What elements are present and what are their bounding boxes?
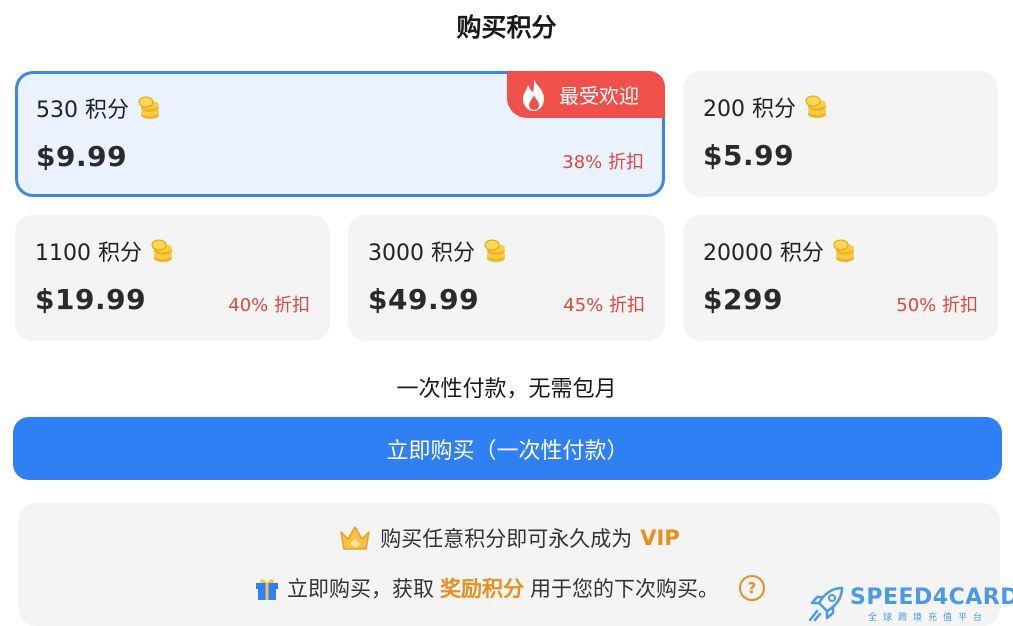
coins-icon bbox=[805, 95, 826, 118]
coins-icon bbox=[138, 96, 159, 119]
package-price: $5.99 bbox=[703, 139, 795, 172]
package-discount: 50% 折扣 bbox=[896, 295, 978, 316]
watermark-name: SPEED4CARD bbox=[850, 585, 1013, 610]
package-price: $299 bbox=[703, 283, 783, 316]
coins-icon bbox=[833, 239, 854, 262]
package-credits: 20000 积分 bbox=[703, 235, 856, 267]
package-credits-label: 1100 积分 bbox=[35, 241, 142, 266]
popular-badge: 最受欢迎 bbox=[507, 71, 665, 118]
reward-prefix: 立即购买，获取 bbox=[287, 577, 434, 601]
package-credits-label: 530 积分 bbox=[36, 98, 129, 123]
package-credits: 200 积分 bbox=[703, 91, 828, 123]
package-credits: 1100 积分 bbox=[35, 235, 174, 267]
package-card-1100[interactable]: 1100 积分 $19.99 40% 折扣 bbox=[15, 215, 330, 341]
package-card-20000[interactable]: 20000 积分 $299 50% 折扣 bbox=[683, 215, 998, 341]
reward-suffix: 用于您的下次购买。 bbox=[530, 577, 719, 601]
crown-icon bbox=[340, 526, 371, 550]
coins-icon bbox=[484, 239, 505, 262]
page-title: 购买积分 bbox=[456, 13, 557, 42]
reward-credits-label: 奖励积分 bbox=[440, 577, 524, 601]
gift-icon bbox=[256, 579, 278, 600]
rocket-icon bbox=[808, 586, 844, 622]
package-card-530[interactable]: 530 积分 $9.99 38% 折扣 最受欢迎 bbox=[15, 71, 665, 197]
package-card-3000[interactable]: 3000 积分 $49.99 45% 折扣 bbox=[348, 215, 665, 341]
package-discount: 38% 折扣 bbox=[562, 152, 644, 173]
package-credits: 530 积分 bbox=[36, 92, 161, 124]
vip-benefit: 购买任意积分即可永久成为 VIP bbox=[18, 523, 1000, 553]
package-price: $49.99 bbox=[368, 283, 480, 316]
watermark-tagline: 全球跨境充值平台 bbox=[868, 613, 989, 623]
package-card-200[interactable]: 200 积分 $5.99 bbox=[683, 71, 998, 197]
package-price: $9.99 bbox=[36, 140, 128, 173]
package-credits-label: 20000 积分 bbox=[703, 241, 824, 266]
popular-badge-label: 最受欢迎 bbox=[559, 84, 639, 108]
speed4card-watermark: SPEED4CARD 全球跨境充值平台 bbox=[806, 582, 1013, 626]
coins-icon bbox=[151, 239, 172, 262]
vip-benefit-text: 购买任意积分即可永久成为 bbox=[380, 527, 633, 551]
fire-icon bbox=[523, 78, 544, 111]
package-credits-label: 200 积分 bbox=[703, 97, 796, 122]
payment-note: 一次性付款，无需包月 bbox=[396, 377, 617, 402]
package-discount: 40% 折扣 bbox=[228, 295, 310, 316]
package-credits: 3000 积分 bbox=[368, 235, 507, 267]
package-discount: 45% 折扣 bbox=[563, 295, 645, 316]
package-credits-label: 3000 积分 bbox=[368, 241, 475, 266]
buy-now-button[interactable]: 立即购买（一次性付款） bbox=[13, 417, 1002, 480]
help-icon[interactable]: ? bbox=[739, 575, 765, 601]
package-price: $19.99 bbox=[35, 283, 147, 316]
vip-label: VIP bbox=[640, 526, 680, 550]
